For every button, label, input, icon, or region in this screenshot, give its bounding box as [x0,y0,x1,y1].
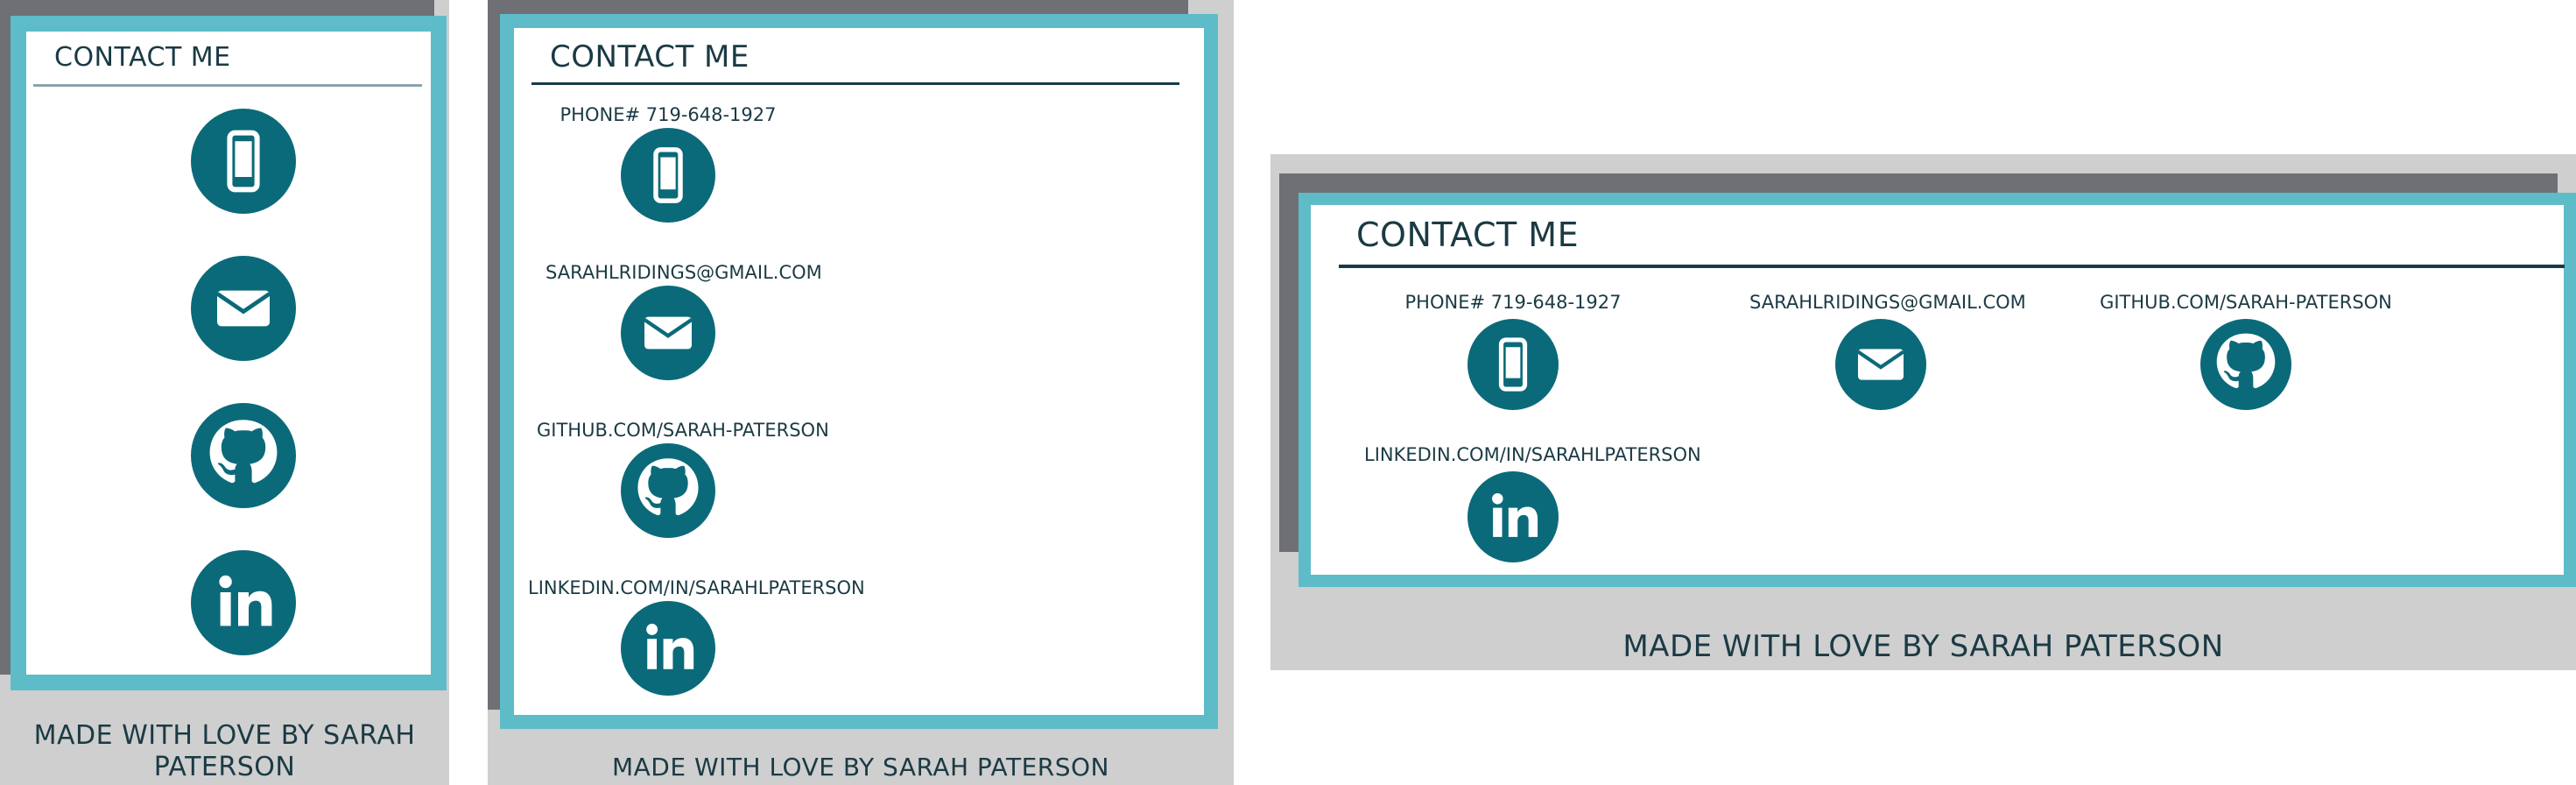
phone-label: PHONE# 719-648-1927 [1404,292,1622,313]
footer-text: MADE WITH LOVE BY SARAH PATERSON [611,753,1109,781]
email-link[interactable]: SARAHLRIDINGS@GMAIL.COM [545,261,822,380]
title-divider [33,84,422,87]
footer-text: MADE WITH LOVE BY SARAH PATERSON [1622,629,2224,664]
linkedin-icon [1467,471,1559,562]
linkedin-icon [191,550,296,655]
github-label: GITHUB.COM/SARAH-PATERSON [2100,292,2392,313]
email-label: SARAHLRIDINGS@GMAIL.COM [1749,292,2026,313]
email-link[interactable]: SARAHLRIDINGS@GMAIL.COM [1749,291,2026,410]
phone-icon [621,128,715,223]
contact-panel-wide: CONTACT ME PHONE# 719-648-1927 SARAHLRID… [1270,154,2576,670]
github-icon [621,443,715,538]
title-divider [1339,265,2565,268]
linkedin-icon [621,601,715,696]
phone-icon [1467,319,1559,410]
github-icon [191,403,296,508]
envelope-icon [1835,319,1926,410]
github-link[interactable] [191,403,296,508]
envelope-icon [191,256,296,361]
phone-link[interactable]: PHONE# 719-648-1927 [554,103,782,223]
contact-title: CONTACT ME [54,42,231,73]
phone-icon [191,109,296,214]
contact-panel-medium: CONTACT ME PHONE# 719-648-1927 SARAHLRID… [488,0,1234,785]
linkedin-link[interactable] [191,550,296,655]
github-label: GITHUB.COM/SARAH-PATERSON [537,420,829,441]
linkedin-link[interactable]: LINKEDIN.COM/IN/SARAHLPATERSON [528,576,865,696]
contact-panel-narrow: CONTACT ME MADE WITH LOVE BY SARAH PATER… [0,0,449,785]
phone-label: PHONE# 719-648-1927 [560,104,777,125]
github-icon [2200,319,2291,410]
title-divider [531,82,1179,85]
github-link[interactable]: GITHUB.COM/SARAH-PATERSON [2097,291,2395,410]
envelope-icon [621,286,715,380]
phone-link[interactable]: PHONE# 719-648-1927 [1399,291,1627,410]
contact-title: CONTACT ME [550,39,750,74]
linkedin-label: LINKEDIN.COM/IN/SARAHLPATERSON [1364,444,1701,465]
linkedin-label: LINKEDIN.COM/IN/SARAHLPATERSON [528,577,865,598]
footer-text: MADE WITH LOVE BY SARAH PATERSON [33,720,416,782]
contact-title: CONTACT ME [1356,216,1580,254]
linkedin-link[interactable]: LINKEDIN.COM/IN/SARAHLPATERSON [1364,443,1701,562]
email-link[interactable] [191,256,296,361]
email-label: SARAHLRIDINGS@GMAIL.COM [545,262,822,283]
github-link[interactable]: GITHUB.COM/SARAH-PATERSON [537,419,829,538]
phone-link[interactable] [191,109,296,214]
